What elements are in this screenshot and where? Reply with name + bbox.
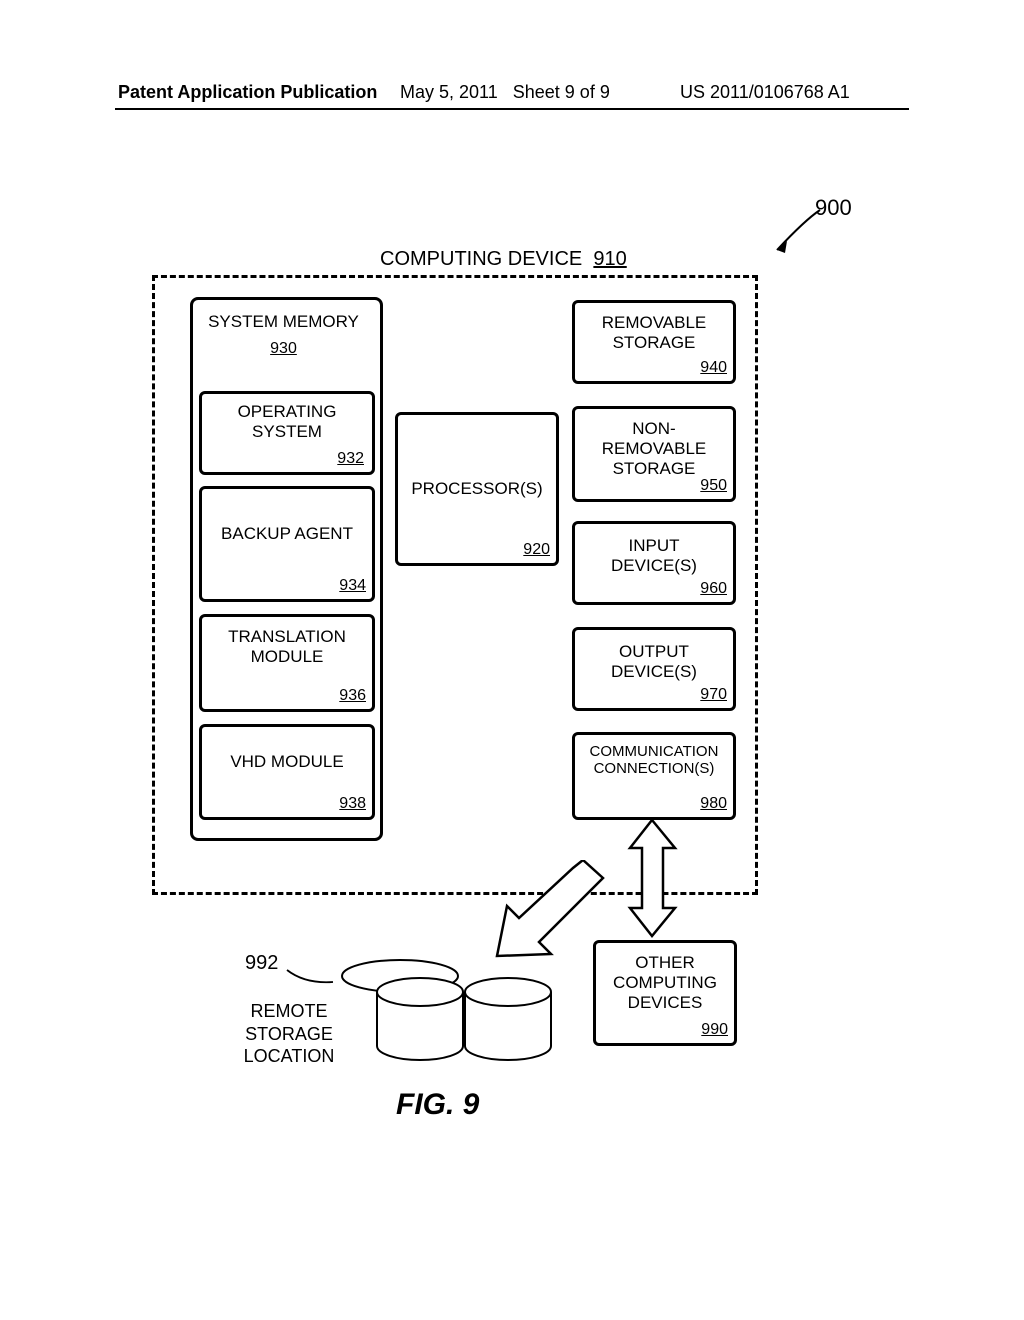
translation-module-num: 936 bbox=[339, 687, 366, 705]
reference-992: 992 bbox=[245, 952, 278, 975]
nonremovable-storage-num: 950 bbox=[700, 477, 727, 495]
operating-system-box: OPERATING SYSTEM 932 bbox=[199, 391, 375, 475]
nonremovable-storage-label: NON- REMOVABLE STORAGE bbox=[575, 419, 733, 479]
computing-device-title: COMPUTING DEVICE 910 bbox=[380, 248, 627, 271]
other-computing-devices-box: OTHER COMPUTING DEVICES 990 bbox=[593, 940, 737, 1046]
header-rule bbox=[115, 108, 909, 110]
remote-storage-cylinders-icon bbox=[335, 958, 560, 1068]
processors-num: 920 bbox=[523, 541, 550, 559]
backup-agent-num: 934 bbox=[339, 577, 366, 595]
diagonal-arrow-icon bbox=[495, 860, 605, 958]
backup-agent-label: BACKUP AGENT bbox=[202, 524, 372, 544]
title-num: 910 bbox=[593, 248, 626, 270]
remote-storage-label: REMOTE STORAGE LOCATION bbox=[234, 1000, 344, 1068]
operating-system-label: OPERATING SYSTEM bbox=[202, 402, 372, 442]
title-text: COMPUTING DEVICE bbox=[380, 248, 582, 270]
operating-system-num: 932 bbox=[337, 450, 364, 468]
output-devices-num: 970 bbox=[700, 686, 727, 704]
nonremovable-storage-box: NON- REMOVABLE STORAGE 950 bbox=[572, 406, 736, 502]
header-sheet: Sheet 9 of 9 bbox=[513, 82, 610, 102]
system-memory-num: 930 bbox=[190, 340, 377, 371]
output-devices-label: OUTPUT DEVICE(S) bbox=[575, 642, 733, 682]
header-left: Patent Application Publication bbox=[118, 82, 377, 103]
translation-module-label: TRANSLATION MODULE bbox=[202, 627, 372, 667]
communication-connections-label: COMMUNICATION CONNECTION(S) bbox=[575, 743, 733, 777]
backup-agent-box: BACKUP AGENT 934 bbox=[199, 486, 375, 602]
lead-arrow-900-icon bbox=[765, 205, 825, 260]
removable-storage-num: 940 bbox=[700, 359, 727, 377]
system-memory-label: SYSTEM MEMORY bbox=[190, 312, 377, 332]
communication-connections-num: 980 bbox=[700, 795, 727, 813]
input-devices-label: INPUT DEVICE(S) bbox=[575, 536, 733, 576]
header-date: May 5, 2011 bbox=[400, 82, 498, 102]
processors-label: PROCESSOR(S) bbox=[398, 479, 556, 499]
other-computing-devices-num: 990 bbox=[701, 1021, 728, 1039]
system-memory-box: SYSTEM MEMORY 930 bbox=[190, 297, 377, 375]
removable-storage-label: REMOVABLE STORAGE bbox=[575, 313, 733, 353]
input-devices-box: INPUT DEVICE(S) 960 bbox=[572, 521, 736, 605]
vhd-module-box: VHD MODULE 938 bbox=[199, 724, 375, 820]
processors-box: PROCESSOR(S) 920 bbox=[395, 412, 559, 566]
double-arrow-icon bbox=[625, 818, 680, 938]
vhd-module-num: 938 bbox=[339, 795, 366, 813]
other-computing-devices-label: OTHER COMPUTING DEVICES bbox=[596, 953, 734, 1013]
removable-storage-box: REMOVABLE STORAGE 940 bbox=[572, 300, 736, 384]
communication-connections-box: COMMUNICATION CONNECTION(S) 980 bbox=[572, 732, 736, 820]
input-devices-num: 960 bbox=[700, 580, 727, 598]
figure-caption: FIG. 9 bbox=[396, 1088, 479, 1122]
output-devices-box: OUTPUT DEVICE(S) 970 bbox=[572, 627, 736, 711]
vhd-module-label: VHD MODULE bbox=[202, 752, 372, 772]
header-pubno: US 2011/0106768 A1 bbox=[680, 82, 850, 103]
lead-line-992-icon bbox=[285, 962, 335, 992]
translation-module-box: TRANSLATION MODULE 936 bbox=[199, 614, 375, 712]
header-date-sheet: May 5, 2011 Sheet 9 of 9 bbox=[400, 82, 610, 103]
